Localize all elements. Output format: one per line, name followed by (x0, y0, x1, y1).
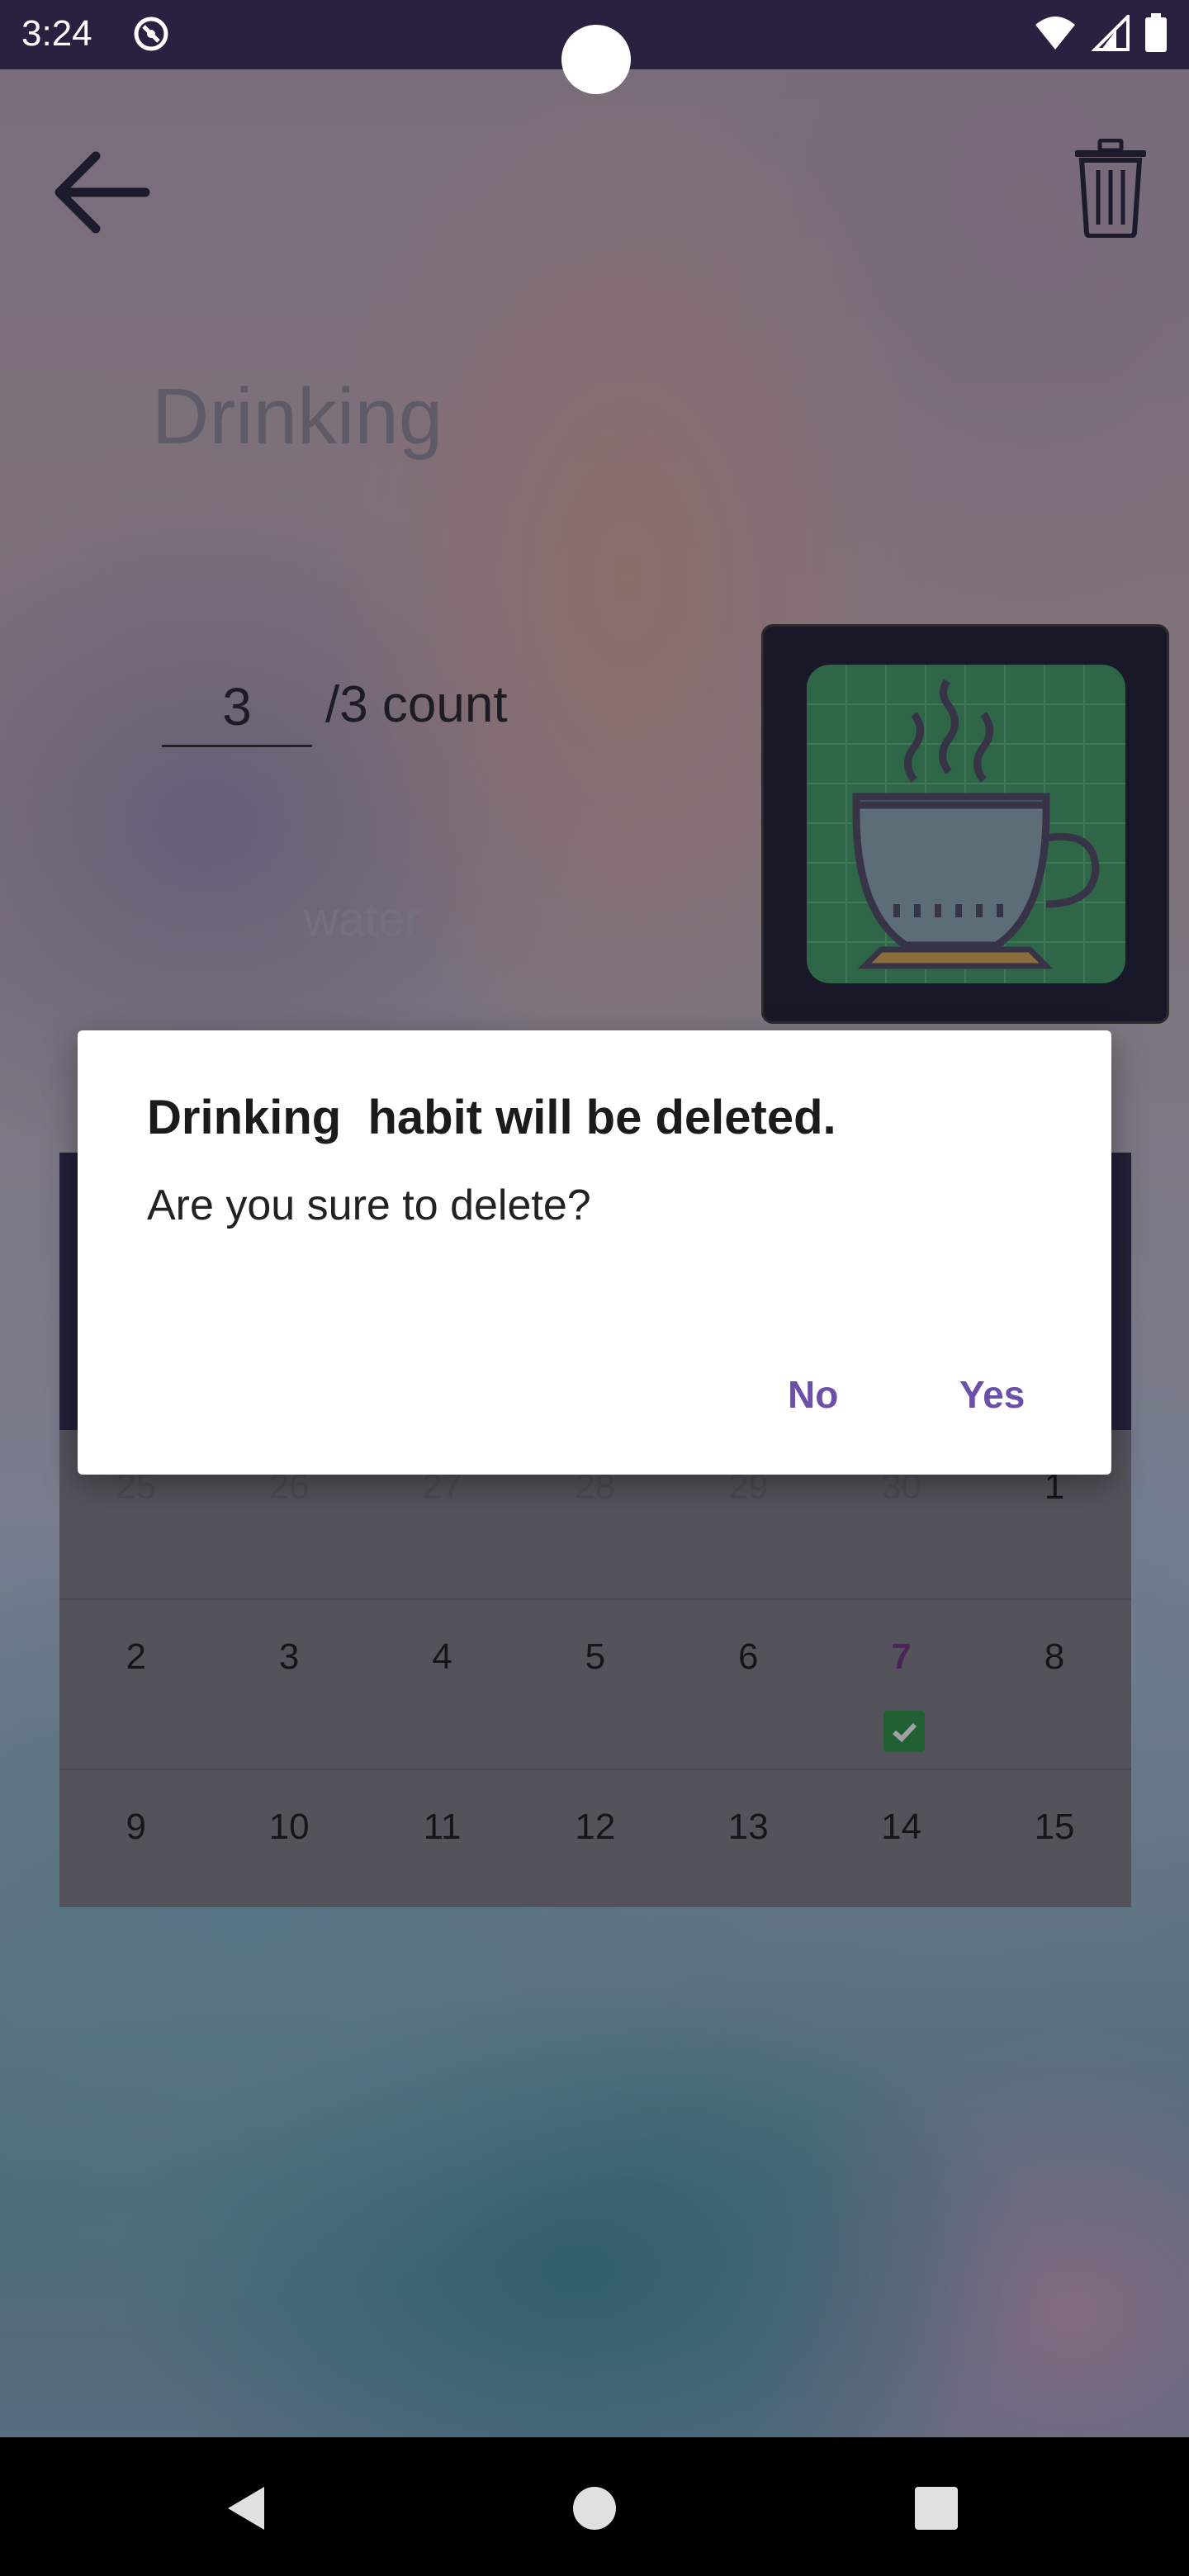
camera-cutout (561, 25, 631, 94)
yes-button[interactable]: Yes (945, 1361, 1040, 1428)
app-notification-icon (134, 17, 168, 51)
nav-back-icon[interactable] (223, 2484, 272, 2533)
delete-confirm-dialog: Drinking habit will be deleted. Are you … (78, 1030, 1111, 1475)
battery-icon (1145, 13, 1167, 52)
status-time: 3:24 (21, 13, 92, 54)
no-button[interactable]: No (773, 1361, 853, 1428)
nav-home-icon[interactable] (573, 2487, 616, 2530)
dialog-message: Are you sure to delete? (147, 1181, 591, 1229)
nav-recents-icon[interactable] (915, 2487, 958, 2530)
navigation-bar (0, 2437, 1189, 2576)
wifi-icon (1035, 17, 1075, 50)
signal-icon (1092, 15, 1130, 51)
dialog-title: Drinking habit will be deleted. (147, 1091, 836, 1144)
status-icons (1034, 13, 1168, 53)
